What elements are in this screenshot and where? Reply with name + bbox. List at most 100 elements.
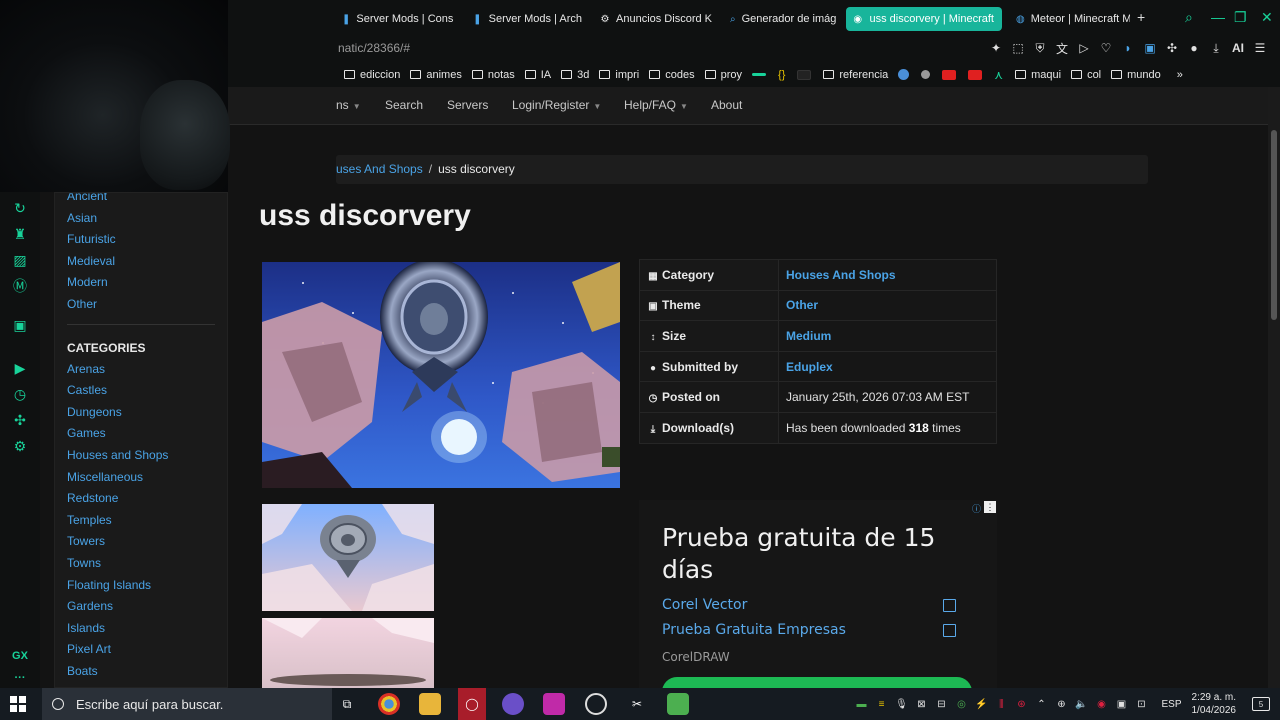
tray-app-icon[interactable]: ⊠ xyxy=(913,696,929,712)
volume-icon[interactable]: 🔈 xyxy=(1073,696,1089,712)
bookmark-folder[interactable]: mundo xyxy=(1111,69,1161,81)
nav-partial-item[interactable]: ns ▼ xyxy=(336,98,361,112)
show-hidden-icons[interactable]: ⌃ xyxy=(1033,696,1049,712)
ad-info-icon[interactable]: ⓘ xyxy=(972,502,981,515)
detail-value-author[interactable]: Eduplex xyxy=(778,350,997,383)
bookmark-folder[interactable]: 3d xyxy=(561,69,589,81)
tab-uss-discorvery[interactable]: ◉ uss discorvery | Minecraft xyxy=(846,7,1002,31)
tray-app-icon[interactable]: ⚡ xyxy=(973,696,989,712)
translate-app-icon[interactable]: ▣ xyxy=(1142,40,1158,56)
close-icon[interactable]: ✕ xyxy=(1261,9,1273,26)
language-indicator[interactable]: ESP xyxy=(1161,699,1181,710)
tab-generador-imagenes[interactable]: ⌕ Generador de imág xyxy=(724,7,844,31)
ad-cta-button[interactable] xyxy=(662,677,972,688)
bookmark-folder[interactable]: codes xyxy=(649,69,695,81)
detail-value-category[interactable]: Houses And Shops xyxy=(778,259,997,291)
page-scrollbar[interactable] xyxy=(1268,87,1280,688)
tab-anuncios-discord[interactable]: ⚙ Anuncios Discord K xyxy=(594,7,720,31)
ad-title[interactable]: Prueba gratuita de 15 días xyxy=(662,522,962,586)
more-icon[interactable]: ··· xyxy=(15,672,26,684)
discord-icon[interactable] xyxy=(502,693,524,715)
category-gardens[interactable]: Gardens xyxy=(55,596,227,618)
theme-other[interactable]: Other xyxy=(55,294,227,316)
category-games[interactable]: Games xyxy=(55,423,227,445)
app-icon[interactable] xyxy=(543,693,565,715)
nav-about[interactable]: About xyxy=(711,98,742,112)
tray-app-icon[interactable]: ⊟ xyxy=(933,696,949,712)
bookmark-folder[interactable]: impri xyxy=(599,69,639,81)
tray-app-icon[interactable]: ◎ xyxy=(953,696,969,712)
taskbar-search[interactable]: Escribe aquí para buscar. xyxy=(42,688,332,720)
ad-link[interactable]: Prueba Gratuita Empresas xyxy=(662,622,846,638)
file-explorer-icon[interactable] xyxy=(419,693,441,715)
bookmark-folder[interactable]: referencia xyxy=(823,69,888,81)
capcut-icon[interactable]: ✂ xyxy=(626,693,648,715)
screenshot-icon[interactable]: ⬚ xyxy=(1010,40,1026,56)
bookmark-folder[interactable]: ediccion xyxy=(344,69,400,81)
tray-app-icon[interactable]: ▣ xyxy=(1113,696,1129,712)
code-icon[interactable]: {} xyxy=(778,69,785,81)
bookmark-icon[interactable] xyxy=(921,70,931,79)
heart-icon[interactable]: ♡ xyxy=(1098,40,1114,56)
category-dungeons[interactable]: Dungeons xyxy=(55,402,227,424)
detail-value-size[interactable]: Medium xyxy=(778,320,997,352)
bookmark-folder[interactable]: notas xyxy=(471,69,515,81)
tray-app-icon[interactable]: ◉ xyxy=(1093,696,1109,712)
category-pixel-art[interactable]: Pixel Art xyxy=(55,639,227,661)
play-icon[interactable]: ▷ xyxy=(1076,40,1092,56)
category-houses-and-shops[interactable]: Houses and Shops xyxy=(55,445,227,467)
thumbnail-image[interactable] xyxy=(262,504,434,611)
category-temples[interactable]: Temples xyxy=(55,510,227,532)
theme-ancient[interactable]: Ancient xyxy=(55,193,227,208)
theme-futuristic[interactable]: Futuristic xyxy=(55,229,227,251)
url-text[interactable]: natic/28366/# xyxy=(338,41,410,55)
bookmark-folder[interactable]: proy xyxy=(704,69,742,81)
tray-app-icon[interactable]: ▬ xyxy=(853,696,869,712)
thumbnail-image[interactable] xyxy=(262,618,434,688)
tab-server-mods-cons[interactable]: ❚ Server Mods | Cons xyxy=(336,7,460,31)
notification-icon[interactable]: 5 xyxy=(1252,697,1270,711)
download-icon[interactable]: ⤓ xyxy=(1208,40,1224,56)
external-link-icon[interactable] xyxy=(943,624,956,637)
category-boats[interactable]: Boats xyxy=(55,661,227,683)
gx-logo-icon[interactable]: GX xyxy=(12,650,28,662)
scrollbar-thumb[interactable] xyxy=(1271,130,1277,320)
settings-icon[interactable]: ⚙ xyxy=(8,434,32,458)
clock[interactable]: 2:29 a. m. 1/04/2026 xyxy=(1192,691,1237,717)
restore-icon[interactable]: ❐ xyxy=(1234,9,1247,26)
opera-gx-icon[interactable]: ◯ xyxy=(458,688,486,720)
detail-value-theme[interactable]: Other xyxy=(778,289,997,322)
category-islands[interactable]: Islands xyxy=(55,618,227,640)
steam-icon[interactable] xyxy=(898,69,910,80)
theme-medieval[interactable]: Medieval xyxy=(55,251,227,273)
category-castles[interactable]: Castles xyxy=(55,380,227,402)
new-tab-icon[interactable]: + xyxy=(1137,9,1145,25)
tray-app-icon[interactable]: ⊡ xyxy=(1133,696,1149,712)
minimize-icon[interactable]: — xyxy=(1211,9,1225,25)
ad-link[interactable]: Corel Vector xyxy=(662,597,747,613)
extensions-icon[interactable]: ✣ xyxy=(8,408,32,432)
minecraft-icon[interactable] xyxy=(667,693,689,715)
category-floating-islands[interactable]: Floating Islands xyxy=(55,575,227,597)
category-towers[interactable]: Towers xyxy=(55,531,227,553)
main-screenshot[interactable] xyxy=(262,262,620,488)
bookmark-icon[interactable] xyxy=(797,69,812,80)
theme-modern[interactable]: Modern xyxy=(55,272,227,294)
search-tabs-icon[interactable]: ⌕ xyxy=(1185,9,1193,26)
ad-close-icon[interactable]: ⋮ xyxy=(984,501,996,513)
bookmark-icon[interactable] xyxy=(752,73,767,76)
bookmark-folder[interactable]: col xyxy=(1071,69,1101,81)
youtube-icon[interactable] xyxy=(942,69,957,80)
obs-icon[interactable] xyxy=(585,693,607,715)
advertisement[interactable]: ⓘ ⋮ Prueba gratuita de 15 días Corel Vec… xyxy=(639,500,997,688)
category-redstone[interactable]: Redstone xyxy=(55,488,227,510)
nav-search[interactable]: Search xyxy=(385,98,423,112)
category-arenas[interactable]: Arenas xyxy=(55,359,227,381)
nav-servers[interactable]: Servers xyxy=(447,98,488,112)
youtube-icon[interactable] xyxy=(968,69,983,80)
tray-app-icon[interactable]: ⫼ xyxy=(993,696,1009,712)
shield-icon[interactable]: ⛨ xyxy=(1032,40,1048,56)
nav-login-register[interactable]: Login/Register ▼ xyxy=(512,98,601,112)
translate-icon[interactable]: 文 xyxy=(1054,40,1070,56)
breadcrumb-parent[interactable]: uses And Shops xyxy=(336,162,423,176)
